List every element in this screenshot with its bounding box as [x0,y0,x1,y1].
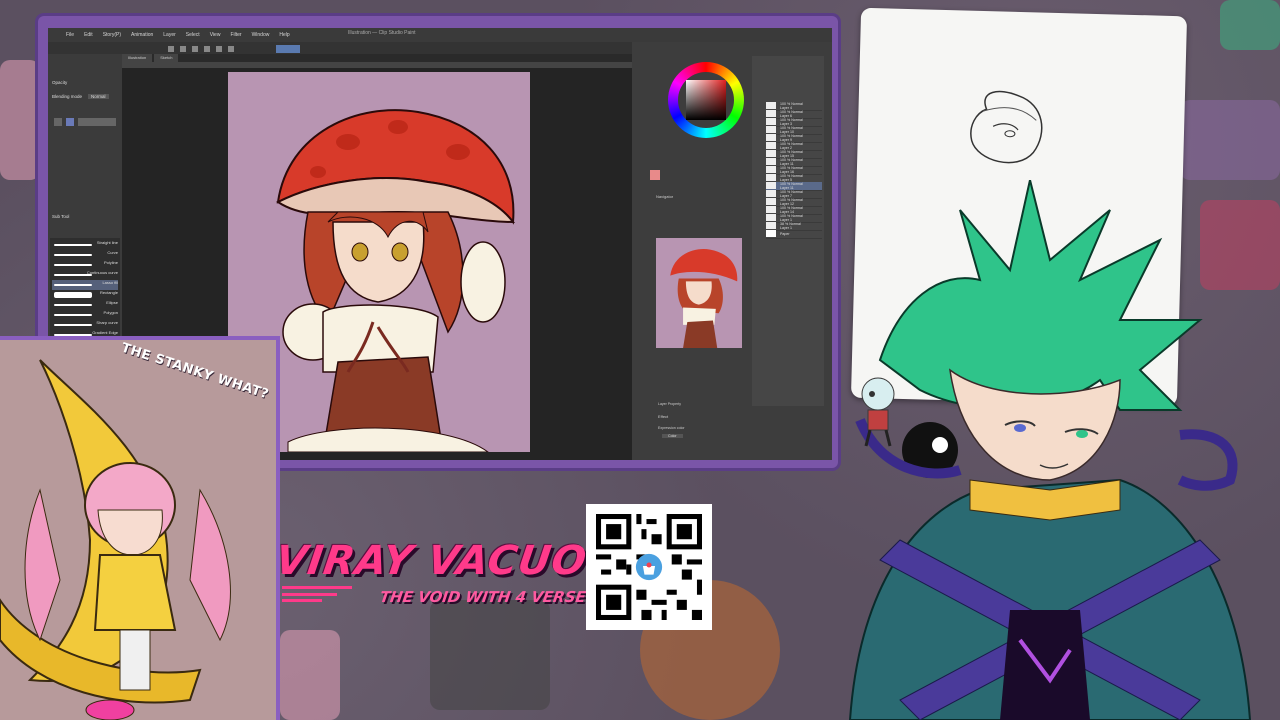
window-title: Illustration — Clip Studio Paint [348,30,416,36]
menu-filter[interactable]: Filter [230,32,241,38]
canvas-tabs: Illustration Sketch [122,54,179,62]
background-sticker [280,630,340,720]
brush-item[interactable]: Polygon [52,310,118,320]
brush-item[interactable]: Continuous curve [52,270,118,280]
sub-tool-list: Straight line Curve Polyline Continuous … [50,238,120,338]
expression-color-label: Expression color [658,426,685,430]
background-sticker [1220,0,1280,50]
blending-mode-select[interactable]: Normal [88,94,109,99]
brush-item-selected[interactable]: Lasso fill [52,280,118,290]
navigator-thumbnail [670,249,738,348]
menu-animation[interactable]: Animation [131,32,153,38]
brush-item[interactable]: Polyline [52,260,118,270]
tab-illustration[interactable]: Illustration [122,54,153,62]
right-panels: Navigator Layer Property Effect Expressi… [632,42,832,460]
layer-panel: 100 % Normal Layer 4 100 % Normal Layer 6 … [752,56,824,406]
background-sticker [0,60,40,180]
banana-character-art [0,359,231,720]
background-sticker [430,600,550,710]
channel-logo: VIRAY VACUO [272,538,590,584]
chibi-sticker [861,377,895,447]
tab-sketch[interactable]: Sketch [154,54,179,62]
brush-item[interactable]: Ellipse [52,300,118,310]
blending-mode-label: Blending mode [52,94,83,99]
brush-item[interactable]: Curve [52,250,118,260]
effect-label: Effect [658,414,669,419]
brush-item[interactable]: Straight line [52,240,118,250]
menu-layer[interactable]: Layer [163,32,176,38]
navigator-label: Navigator [656,194,674,199]
menu-help[interactable]: Help [279,32,289,38]
fan-art-panel: THE STANKY WHAT? [0,336,280,720]
menu-file[interactable]: File [66,32,74,38]
tool-icons[interactable] [54,118,116,126]
menu-view[interactable]: View [210,32,221,38]
menu-bar: File Edit Story(P) Animation Layer Selec… [48,28,832,42]
brush-item[interactable]: Rectangle [52,290,118,300]
expression-color-select[interactable]: Color [662,434,683,438]
opacity-label: Opacity [52,80,68,85]
current-color-swatch[interactable] [650,170,660,180]
navigator-preview[interactable] [656,238,742,348]
channel-tagline: THE VOID WITH 4 VERSE [378,588,588,606]
menu-edit[interactable]: Edit [84,32,93,38]
color-square[interactable] [686,80,726,120]
menu-window[interactable]: Window [252,32,270,38]
qr-pattern [596,514,702,620]
menu-story[interactable]: Story(P) [103,32,121,38]
qr-code[interactable] [586,504,712,630]
color-wheel[interactable] [668,62,744,138]
layer-property-label: Layer Property [658,402,681,406]
menu-select[interactable]: Select [186,32,200,38]
sub-tool-label: Sub Tool [52,214,70,219]
brush-item[interactable]: Sharp curve [52,320,118,330]
layer-row[interactable]: Paper [766,230,822,239]
background-sticker [1180,100,1280,180]
logo-speed-lines [282,584,377,602]
